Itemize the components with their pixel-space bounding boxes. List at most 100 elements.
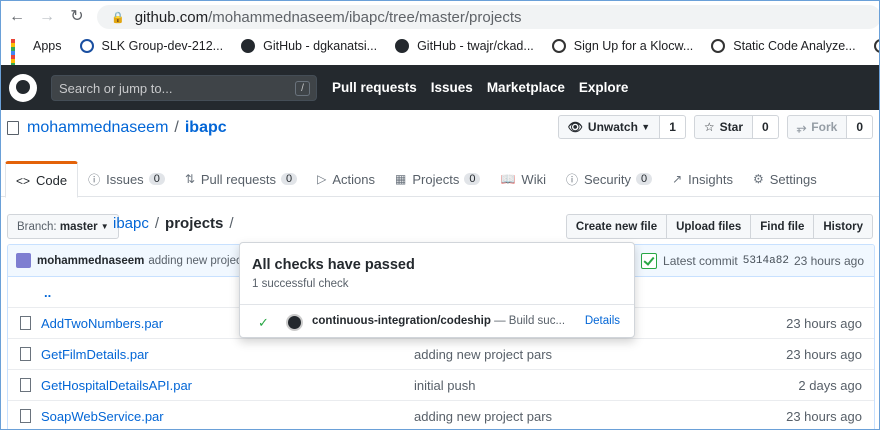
tab-actions[interactable]: ▷ Actions <box>307 161 385 197</box>
check-passed-icon[interactable] <box>641 252 658 269</box>
bookmark-apps[interactable]: Apps <box>11 39 62 75</box>
bookmark-label: Apps <box>33 39 62 53</box>
tab-issues[interactable]: ⓘ Issues 0 <box>78 161 175 197</box>
tab-label: Code <box>36 173 68 188</box>
caret-down-icon: ▼ <box>641 122 651 132</box>
pull-request-icon: ⇅ <box>184 172 195 186</box>
file-name-link[interactable]: GetFilmDetails.par <box>41 347 401 362</box>
repo-tabs: <> Code ⓘ Issues 0 ⇅ Pull requests 0 ▷ Actions… <box>1 161 879 198</box>
browser-toolbar: ← → ↻ 🔒 github.com/mohammednaseem/ibapc/… <box>1 1 879 33</box>
bookmark-github-dgkanatsi[interactable]: GitHub - dgkanatsi... <box>241 39 377 53</box>
tab-pull-requests[interactable]: ⇅ Pull requests 0 <box>175 161 307 197</box>
circle-icon <box>711 39 726 53</box>
project-icon: ▦ <box>395 172 407 186</box>
file-icon <box>20 347 31 361</box>
tab-label: Pull requests <box>200 171 277 187</box>
star-count[interactable]: 0 <box>753 115 779 139</box>
search-input[interactable]: Search or jump to... / <box>51 75 317 101</box>
history-button[interactable]: History <box>813 214 873 239</box>
repo-title: mohammednaseem / ibapc <box>7 119 227 137</box>
reload-icon[interactable]: ↻ <box>69 9 85 25</box>
tab-counter: 0 <box>464 173 481 185</box>
bookmark-klocwork[interactable]: Sign Up for a Klocw... <box>551 39 693 53</box>
file-age: 23 hours ago <box>786 315 862 331</box>
upload-files-button[interactable]: Upload files <box>666 214 752 239</box>
bookmark-slk[interactable]: SLK Group-dev-212... <box>79 39 223 53</box>
globe-icon <box>79 39 94 53</box>
star-label: Star <box>719 120 743 134</box>
branch-label: Branch: <box>17 220 57 233</box>
fork-label: Fork <box>811 120 838 134</box>
repo-actions: 👁 Unwatch ▼ 1 ☆ Star 0 ⥅ Fork 0 <box>550 115 873 139</box>
tab-projects[interactable]: ▦ Projects 0 <box>385 161 490 197</box>
breadcrumb-separator: / <box>229 215 234 232</box>
check-description: — Build suc... <box>494 315 566 327</box>
file-name-link[interactable]: SoapWebService.par <box>41 409 401 424</box>
tab-wiki[interactable]: 📖 Wiki <box>490 161 556 197</box>
bookmark-static-code[interactable]: Static Code Analyze... <box>711 39 856 53</box>
tab-label: Wiki <box>521 171 546 187</box>
slash-key-hint: / <box>295 81 310 96</box>
unwatch-button[interactable]: 👁 Unwatch ▼ <box>557 115 661 139</box>
file-commit-message[interactable]: adding new project pars <box>414 347 552 362</box>
tab-counter: 0 <box>635 173 653 185</box>
breadcrumb-current: projects <box>165 215 224 232</box>
github-icon <box>395 39 410 53</box>
repo-owner[interactable]: mohammednaseem <box>27 119 168 137</box>
breadcrumb-root[interactable]: ibapc <box>113 215 149 232</box>
commit-sha[interactable]: 5314a82 <box>743 255 789 267</box>
tab-security[interactable]: ⓘ Security 0 <box>556 161 662 197</box>
tab-label: Issues <box>106 171 144 187</box>
star-button[interactable]: ☆ Star <box>693 115 753 139</box>
star-button-group: ☆ Star 0 <box>693 115 779 139</box>
nav-pull-requests[interactable]: Pull requests <box>332 80 417 95</box>
fork-button-group: ⥅ Fork 0 <box>786 115 873 139</box>
back-arrow-icon[interactable]: ← <box>9 9 25 25</box>
check-row: continuous-integration/codeship — Build … <box>312 315 565 327</box>
avatar[interactable] <box>16 253 31 268</box>
table-row: GetHospitalDetailsAPI.par initial push 2… <box>8 369 874 400</box>
branch-select[interactable]: Branch: master ▼ <box>7 214 119 239</box>
tab-code[interactable]: <> Code <box>5 161 79 198</box>
nav-issues[interactable]: Issues <box>431 80 473 95</box>
file-icon <box>20 316 31 330</box>
fork-button[interactable]: ⥅ Fork <box>786 115 848 139</box>
github-header: Search or jump to... / Pull requests Iss… <box>1 65 879 110</box>
tab-insights[interactable]: ↗ Insights <box>662 161 743 197</box>
find-file-button[interactable]: Find file <box>750 214 815 239</box>
latest-commit-info: Latest commit 5314a82 23 hours ago <box>641 252 864 269</box>
lock-icon: 🔒 <box>111 11 125 24</box>
github-logo-icon[interactable] <box>9 73 37 102</box>
commit-author[interactable]: mohammednaseem <box>37 255 144 267</box>
url-path: /mohammednaseem/ibapc/tree/master/projec… <box>208 8 522 26</box>
tab-label: Actions <box>332 171 376 187</box>
caret-down-icon: ▼ <box>100 222 109 231</box>
details-link[interactable]: Details <box>585 315 620 327</box>
forward-arrow-icon[interactable]: → <box>39 9 55 25</box>
tab-settings[interactable]: ⚙ Settings <box>743 161 827 197</box>
bookmark-co[interactable]: Co <box>873 39 879 53</box>
table-row: SoapWebService.par adding new project pa… <box>8 400 874 429</box>
file-commit-message[interactable]: adding new project pars <box>414 409 552 424</box>
url-host: github.com <box>134 8 209 26</box>
nav-marketplace[interactable]: Marketplace <box>487 80 565 95</box>
nav-explore[interactable]: Explore <box>579 80 629 95</box>
checks-popover: All checks have passed 1 successful chec… <box>239 242 635 338</box>
repo-name[interactable]: ibapc <box>185 119 227 137</box>
create-new-file-button[interactable]: Create new file <box>565 214 668 239</box>
breadcrumb: ibapc / projects / <box>113 215 240 232</box>
repo-icon <box>7 121 19 135</box>
tab-label: Settings <box>769 171 817 187</box>
circle-icon <box>551 39 566 53</box>
file-age: 23 hours ago <box>786 408 862 424</box>
bookmark-github-twajr[interactable]: GitHub - twajr/ckad... <box>395 39 534 53</box>
eye-icon: 👁 <box>567 120 583 134</box>
fork-count[interactable]: 0 <box>847 115 873 139</box>
bookmark-label: GitHub - dgkanatsi... <box>263 39 378 53</box>
play-icon: ▷ <box>317 172 327 186</box>
watch-count[interactable]: 1 <box>660 115 686 139</box>
address-bar[interactable]: 🔒 github.com/mohammednaseem/ibapc/tree/m… <box>97 5 879 29</box>
file-commit-message[interactable]: initial push <box>414 378 475 393</box>
branch-name: master <box>59 220 98 233</box>
file-name-link[interactable]: GetHospitalDetailsAPI.par <box>41 378 401 393</box>
